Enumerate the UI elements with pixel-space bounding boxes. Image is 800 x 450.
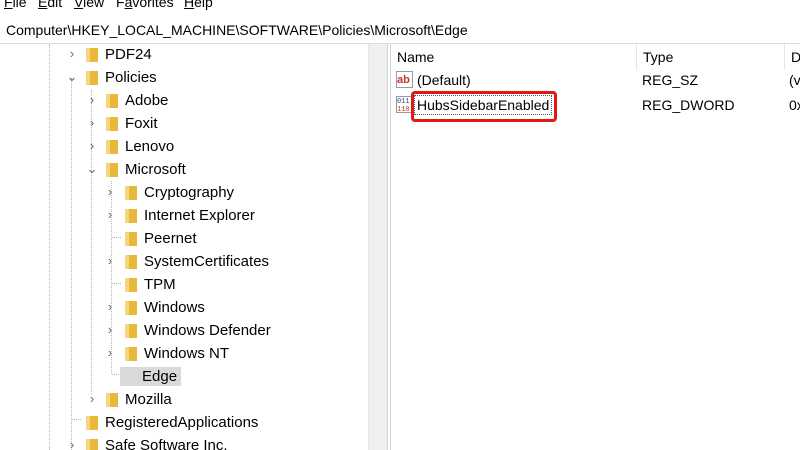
folder-icon — [106, 116, 118, 131]
chevron-right-icon[interactable]: › — [66, 438, 78, 450]
tree-node-systemcertificates[interactable]: › SystemCertificates — [0, 251, 368, 273]
tree-node-adobe[interactable]: › Adobe — [0, 90, 368, 112]
folder-icon — [86, 438, 98, 450]
folder-icon — [106, 392, 118, 407]
tree-node-pdf24[interactable]: › PDF24 — [0, 44, 368, 66]
tree-node-windows-nt[interactable]: › Windows NT — [0, 343, 368, 365]
chevron-right-icon[interactable]: › — [86, 116, 98, 130]
address-path: Computer\HKEY_LOCAL_MACHINE\SOFTWARE\Pol… — [6, 22, 468, 38]
value-type: REG_DWORD — [642, 97, 735, 113]
menu-edit[interactable]: Edit — [38, 0, 62, 10]
folder-icon — [106, 93, 118, 108]
chevron-right-icon[interactable]: › — [104, 254, 116, 268]
folder-icon — [125, 254, 137, 269]
folder-icon — [86, 47, 98, 62]
folder-icon — [106, 162, 118, 177]
chevron-down-icon[interactable]: ⌄ — [86, 162, 98, 176]
tree-node-internet-explorer[interactable]: › Internet Explorer — [0, 205, 368, 227]
folder-icon — [125, 277, 137, 292]
column-header-type[interactable]: Type — [637, 44, 785, 70]
registry-editor-window: File Edit View Favorites Help Computer\H… — [0, 0, 800, 450]
menu-bar: File Edit View Favorites Help — [0, 0, 800, 14]
tree-vertical-scrollbar[interactable] — [368, 44, 387, 450]
tree-node-tpm[interactable]: TPM — [0, 274, 368, 296]
tree-node-safe-software[interactable]: › Safe Software Inc. — [0, 435, 368, 450]
chevron-right-icon[interactable]: › — [66, 47, 78, 61]
folder-icon — [125, 231, 137, 246]
tree-node-microsoft[interactable]: ⌄ Microsoft — [0, 159, 368, 181]
column-header-data-label: D — [791, 49, 800, 65]
column-header-data[interactable]: D — [785, 44, 800, 70]
folder-icon — [125, 300, 137, 315]
tree-node-windows[interactable]: › Windows — [0, 297, 368, 319]
column-header-type-label: Type — [643, 49, 674, 65]
tree-node-cryptography[interactable]: › Cryptography — [0, 182, 368, 204]
tree-node-peernet[interactable]: Peernet — [0, 228, 368, 250]
chevron-right-icon[interactable]: › — [86, 139, 98, 153]
svg-text:110: 110 — [397, 106, 410, 113]
address-bar[interactable]: Computer\HKEY_LOCAL_MACHINE\SOFTWARE\Pol… — [0, 18, 800, 44]
folder-icon — [125, 208, 137, 223]
folder-icon — [125, 346, 137, 361]
chevron-right-icon[interactable]: › — [86, 392, 98, 406]
string-value-icon: ab — [396, 71, 413, 88]
folder-icon — [86, 70, 98, 85]
tree-node-windows-defender[interactable]: › Windows Defender — [0, 320, 368, 342]
value-data: (v — [789, 72, 800, 88]
menu-help[interactable]: Help — [184, 0, 213, 10]
key-tree-pane[interactable]: › PDF24 ⌄ Policies › Adobe › Foxit › Len… — [0, 44, 368, 450]
value-name: (Default) — [417, 72, 471, 88]
menu-file[interactable]: File — [4, 0, 27, 10]
svg-text:011: 011 — [397, 98, 410, 106]
menu-view[interactable]: View — [74, 0, 104, 10]
column-header-name[interactable]: Name — [391, 44, 637, 70]
tree-node-foxit[interactable]: › Foxit — [0, 113, 368, 135]
chevron-right-icon[interactable]: › — [86, 93, 98, 107]
chevron-right-icon[interactable]: › — [104, 208, 116, 222]
folder-icon — [106, 139, 118, 154]
value-type: REG_SZ — [642, 72, 699, 88]
tree-node-policies[interactable]: ⌄ Policies — [0, 67, 368, 89]
tree-node-registeredapplications[interactable]: RegisteredApplications — [0, 412, 368, 434]
folder-icon — [125, 185, 137, 200]
chevron-down-icon[interactable]: ⌄ — [66, 70, 78, 84]
chevron-right-icon[interactable]: › — [104, 300, 116, 314]
tree-node-edge[interactable]: Edge — [0, 366, 368, 388]
svg-text:ab: ab — [397, 74, 410, 86]
folder-icon — [125, 323, 137, 338]
chevron-right-icon[interactable]: › — [104, 185, 116, 199]
tree-node-mozilla[interactable]: › Mozilla — [0, 389, 368, 411]
chevron-right-icon[interactable]: › — [104, 323, 116, 337]
highlight-annotation-box — [411, 91, 557, 122]
column-header-name-label: Name — [397, 49, 435, 65]
tree-node-lenovo[interactable]: › Lenovo — [0, 136, 368, 158]
menu-favorites[interactable]: Favorites — [116, 0, 174, 10]
value-row[interactable]: ab (Default) REG_SZ (v — [391, 69, 800, 91]
value-data: 0x — [789, 97, 800, 113]
chevron-right-icon[interactable]: › — [104, 346, 116, 360]
folder-icon — [86, 415, 98, 430]
